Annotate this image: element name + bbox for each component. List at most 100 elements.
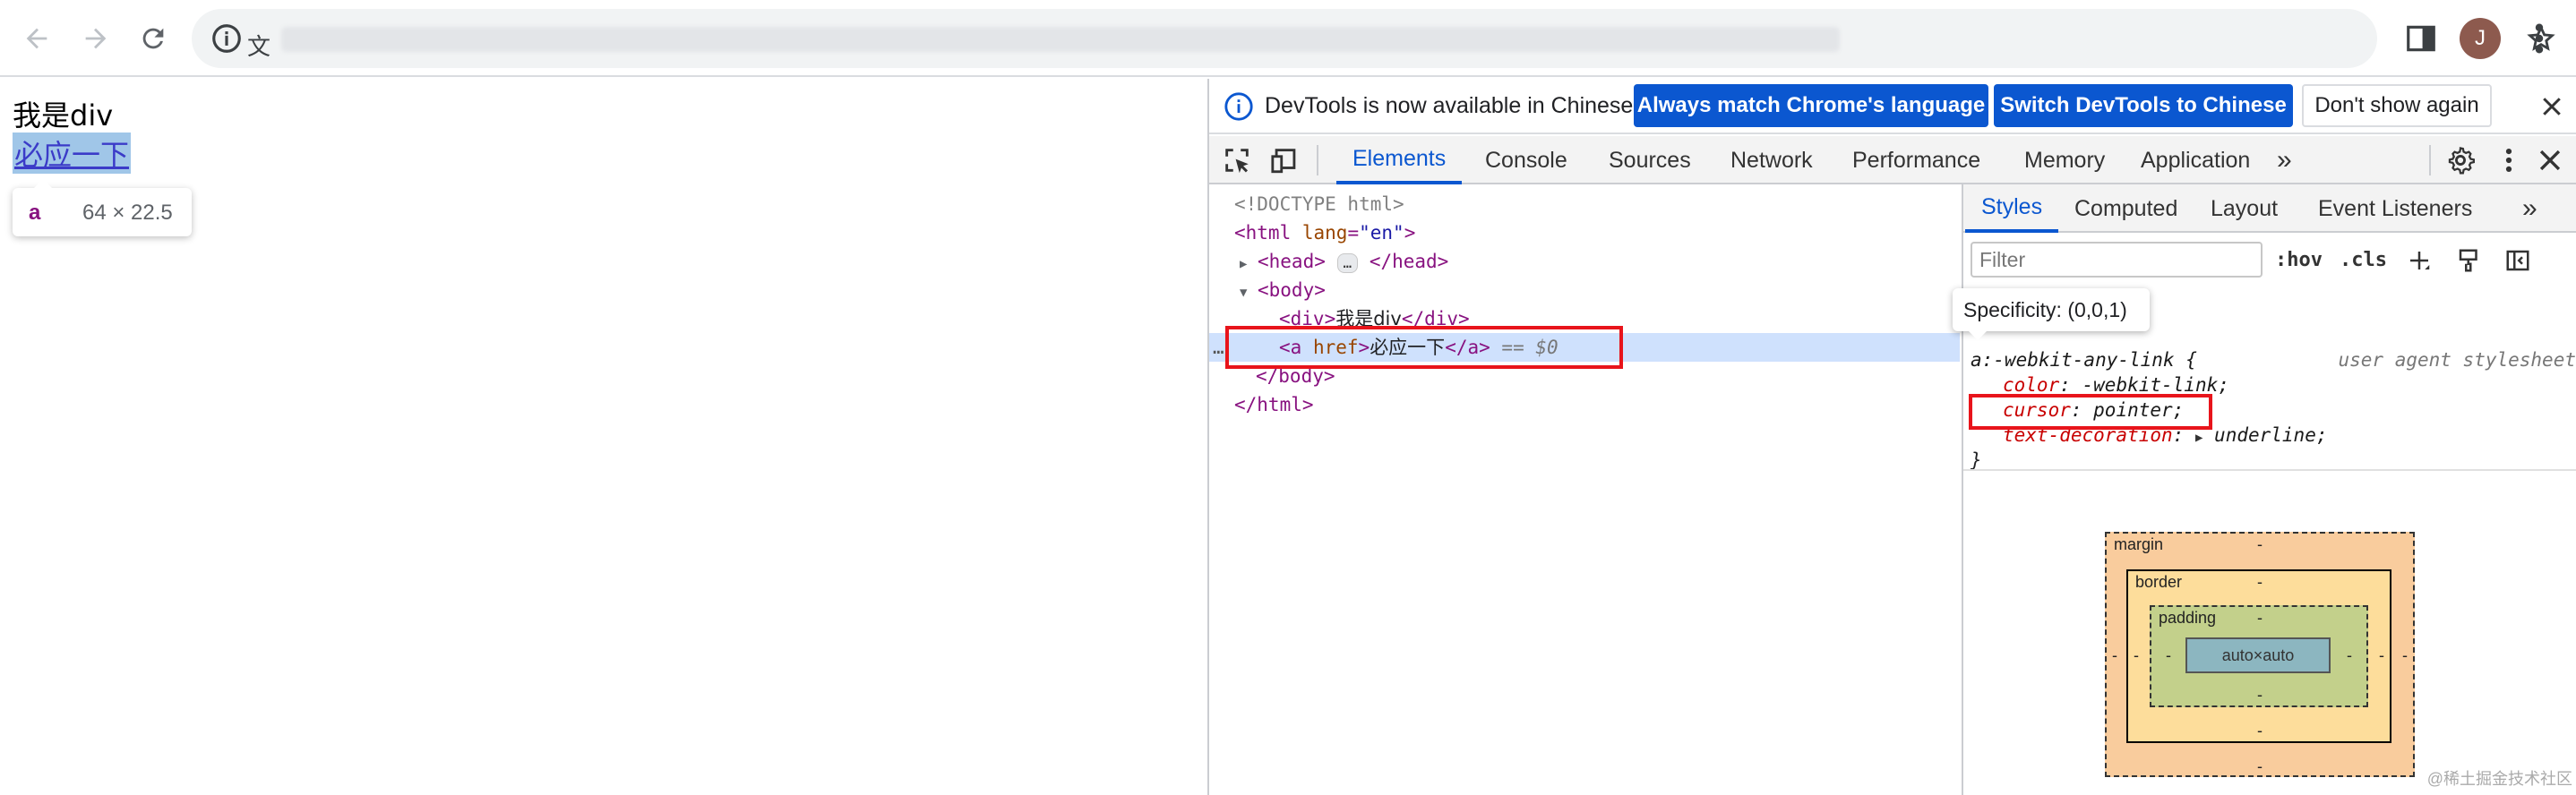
border-right-value[interactable]: -: [2379, 646, 2384, 665]
margin-top-value[interactable]: -: [2257, 535, 2263, 554]
tree-line-body[interactable]: ▼ <body>: [1209, 276, 1960, 304]
tab-network[interactable]: Network: [1730, 136, 1813, 184]
padding-top-value[interactable]: -: [2257, 609, 2263, 628]
page-viewport: 我是div 必应一下 a 64 × 22.5: [0, 79, 1207, 795]
margin-left-value[interactable]: -: [2112, 646, 2117, 665]
tree-line-html[interactable]: <html lang="en">: [1209, 218, 1960, 247]
cls-toggle[interactable]: .cls: [2340, 249, 2387, 271]
box-model-content[interactable]: auto×auto: [2185, 637, 2331, 673]
devtools-panel: DevTools is now available in Chinese! Al…: [1207, 79, 2576, 795]
infobar-message: DevTools is now available in Chinese!: [1265, 93, 1640, 118]
watermark: @稀土掘金技术社区: [2426, 770, 2572, 788]
body-open-tag: <body>: [1258, 279, 1326, 301]
prop-value: underline;: [2214, 424, 2328, 446]
hov-toggle[interactable]: :hov: [2275, 249, 2323, 271]
border-label: border: [2135, 573, 2183, 591]
switch-to-chinese-button[interactable]: Switch DevTools to Chinese: [1994, 84, 2293, 127]
profile-avatar[interactable]: J: [2460, 18, 2501, 59]
border-left-value[interactable]: -: [2134, 646, 2139, 665]
styles-pane: Styles Computed Layout Event Listeners »…: [1953, 184, 2576, 795]
browser-menu-icon[interactable]: [2526, 20, 2553, 57]
device-toolbar-icon[interactable]: [1270, 145, 1301, 175]
cursor-highlight-box: [1969, 394, 2212, 430]
info-icon: [1224, 92, 1253, 121]
margin-right-value[interactable]: -: [2402, 646, 2408, 665]
site-info-icon[interactable]: [210, 21, 244, 56]
toolbar-separator: [1317, 145, 1318, 175]
rule-divider: [1963, 469, 2576, 471]
head-close-tag: </head>: [1369, 251, 1449, 272]
border-top-value[interactable]: -: [2257, 573, 2263, 592]
reload-button[interactable]: [131, 16, 176, 61]
tab-console[interactable]: Console: [1485, 136, 1567, 184]
always-match-language-button[interactable]: Always match Chrome's language: [1634, 84, 1988, 127]
arrow-right-icon: [85, 28, 107, 49]
more-style-tabs-icon[interactable]: »: [2522, 184, 2537, 233]
doctype-text: <!DOCTYPE html>: [1234, 193, 1404, 215]
tooltip-tag: a: [29, 201, 41, 225]
lang-value: "en": [1359, 222, 1404, 244]
settings-gear-icon[interactable]: [2445, 145, 2476, 175]
padding-bottom-value[interactable]: -: [2257, 686, 2263, 705]
translate-icon[interactable]: 文: [247, 29, 270, 62]
address-bar[interactable]: 文: [192, 9, 2555, 68]
tab-memory[interactable]: Memory: [2024, 136, 2105, 184]
row-dots-icon[interactable]: …: [1213, 333, 1224, 362]
rule-source: user agent stylesheet: [2338, 349, 2576, 371]
padding-right-value[interactable]: -: [2347, 646, 2352, 665]
margin-bottom-value[interactable]: -: [2257, 757, 2263, 776]
html-open-tag: <html: [1234, 222, 1292, 244]
specificity-tooltip: Specificity: (0,0,1): [1953, 288, 2150, 340]
tab-computed[interactable]: Computed: [2074, 184, 2177, 233]
padding-left-value[interactable]: -: [2166, 646, 2171, 665]
head-ellipsis-button[interactable]: …: [1336, 253, 1359, 273]
tab-performance[interactable]: Performance: [1852, 136, 1980, 184]
forward-button[interactable]: [73, 16, 118, 61]
dont-show-again-button[interactable]: Don't show again: [2302, 84, 2492, 127]
color-format-icon[interactable]: [2456, 247, 2483, 274]
page-div-text: 我是div: [13, 98, 114, 132]
rule-selector-line: a:-webkit-any-link {: [1971, 349, 2197, 374]
tree-line-doctype[interactable]: <!DOCTYPE html>: [1209, 190, 1960, 218]
tree-line-head[interactable]: ▶ <head> … </head>: [1209, 247, 1960, 276]
url-text-redacted: [281, 27, 1840, 52]
more-tabs-icon[interactable]: »: [2277, 136, 2292, 184]
toggle-sidebar-icon[interactable]: [2504, 247, 2531, 274]
back-button[interactable]: [14, 16, 59, 61]
prop-name: color: [2003, 374, 2060, 396]
close-icon[interactable]: [2538, 93, 2565, 120]
expand-triangle-icon[interactable]: ▶: [1240, 250, 1258, 278]
tab-sources[interactable]: Sources: [1609, 136, 1691, 184]
tree-line-html-close[interactable]: </html>: [1209, 390, 1960, 419]
inspect-element-icon[interactable]: [1222, 145, 1252, 175]
browser-toolbar: 文 J: [0, 0, 2576, 77]
collapse-triangle-icon[interactable]: ▼: [1240, 278, 1258, 307]
tab-application[interactable]: Application: [2141, 136, 2250, 184]
tab-layout[interactable]: Layout: [2211, 184, 2278, 233]
tab-event-listeners[interactable]: Event Listeners: [2318, 184, 2472, 233]
new-style-rule-icon[interactable]: [2406, 247, 2433, 274]
element-hover-tooltip: a 64 × 22.5: [13, 179, 192, 236]
toolbar-separator: [2429, 145, 2431, 175]
padding-label: padding: [2159, 609, 2217, 627]
devtools-tabbar: Elements Console Sources Network Perform…: [1209, 136, 2576, 184]
styles-filter-input[interactable]: Filter: [1971, 242, 2263, 278]
highlight-box: [1225, 326, 1623, 369]
reload-icon: [142, 28, 164, 49]
side-panel-icon[interactable]: [2404, 21, 2438, 56]
tab-styles[interactable]: Styles: [1965, 184, 2059, 233]
border-bottom-value[interactable]: -: [2257, 722, 2263, 740]
styles-filter-row: Filter :hov .cls: [1963, 235, 2576, 281]
lang-attr: lang: [1301, 222, 1348, 244]
head-open-tag: <head>: [1258, 251, 1326, 272]
language-infobar: DevTools is now available in Chinese! Al…: [1209, 79, 2576, 134]
tab-elements[interactable]: Elements: [1336, 136, 1463, 184]
expand-triangle-icon[interactable]: ▶: [2195, 431, 2202, 445]
prop-value: -webkit-link;: [2082, 374, 2229, 396]
rule-selector[interactable]: a:-webkit-any-link {: [1971, 349, 2197, 371]
devtools-menu-icon[interactable]: [2494, 145, 2524, 175]
html-close-tag: </html>: [1234, 394, 1314, 415]
margin-label: margin: [2114, 535, 2164, 553]
close-devtools-icon[interactable]: [2535, 145, 2565, 175]
page-link[interactable]: 必应一下: [13, 132, 132, 174]
